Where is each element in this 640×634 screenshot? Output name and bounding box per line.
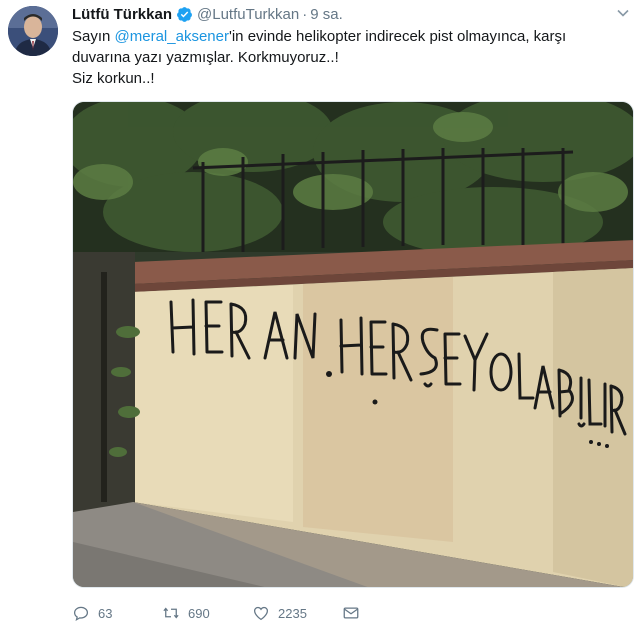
author-name[interactable]: Lütfü Türkkan [72,6,172,23]
text-before-mention: Sayın [72,28,115,45]
heart-icon [253,606,269,621]
retweet-count: 690 [188,605,210,621]
tweet-timestamp[interactable]: 9 sa. [310,6,343,23]
chevron-down-icon[interactable] [616,6,630,20]
like-count: 2235 [278,605,307,621]
tweet-actions: 63 690 2235 [72,600,368,626]
reply-button[interactable]: 63 [72,604,162,622]
mention-link[interactable]: @meral_aksener [115,28,229,45]
tweet-text-line-2: Siz korkun..! [72,70,155,87]
author-handle[interactable]: @LutfuTurkkan [197,6,299,23]
like-button[interactable]: 2235 [252,604,342,622]
direct-message-button[interactable] [342,604,368,622]
reply-count: 63 [98,605,113,621]
reply-icon [73,606,89,622]
tweet-photo[interactable] [72,101,634,588]
tweet-header: Lütfü Türkkan @LutfuTurkkan · 9 sa. [72,4,343,24]
retweet-button[interactable]: 690 [162,604,252,622]
separator-dot: · [302,5,308,23]
retweet-icon [163,607,179,619]
avatar[interactable] [8,6,58,56]
tweet: Lütfü Türkkan @LutfuTurkkan · 9 sa. Sayı… [0,0,640,634]
tweet-text-line-1: Sayın @meral_aksener'in evinde helikopte… [72,26,612,68]
envelope-icon [343,607,359,619]
verified-badge-icon [176,6,193,23]
tweet-text: Sayın @meral_aksener'in evinde helikopte… [72,26,612,89]
